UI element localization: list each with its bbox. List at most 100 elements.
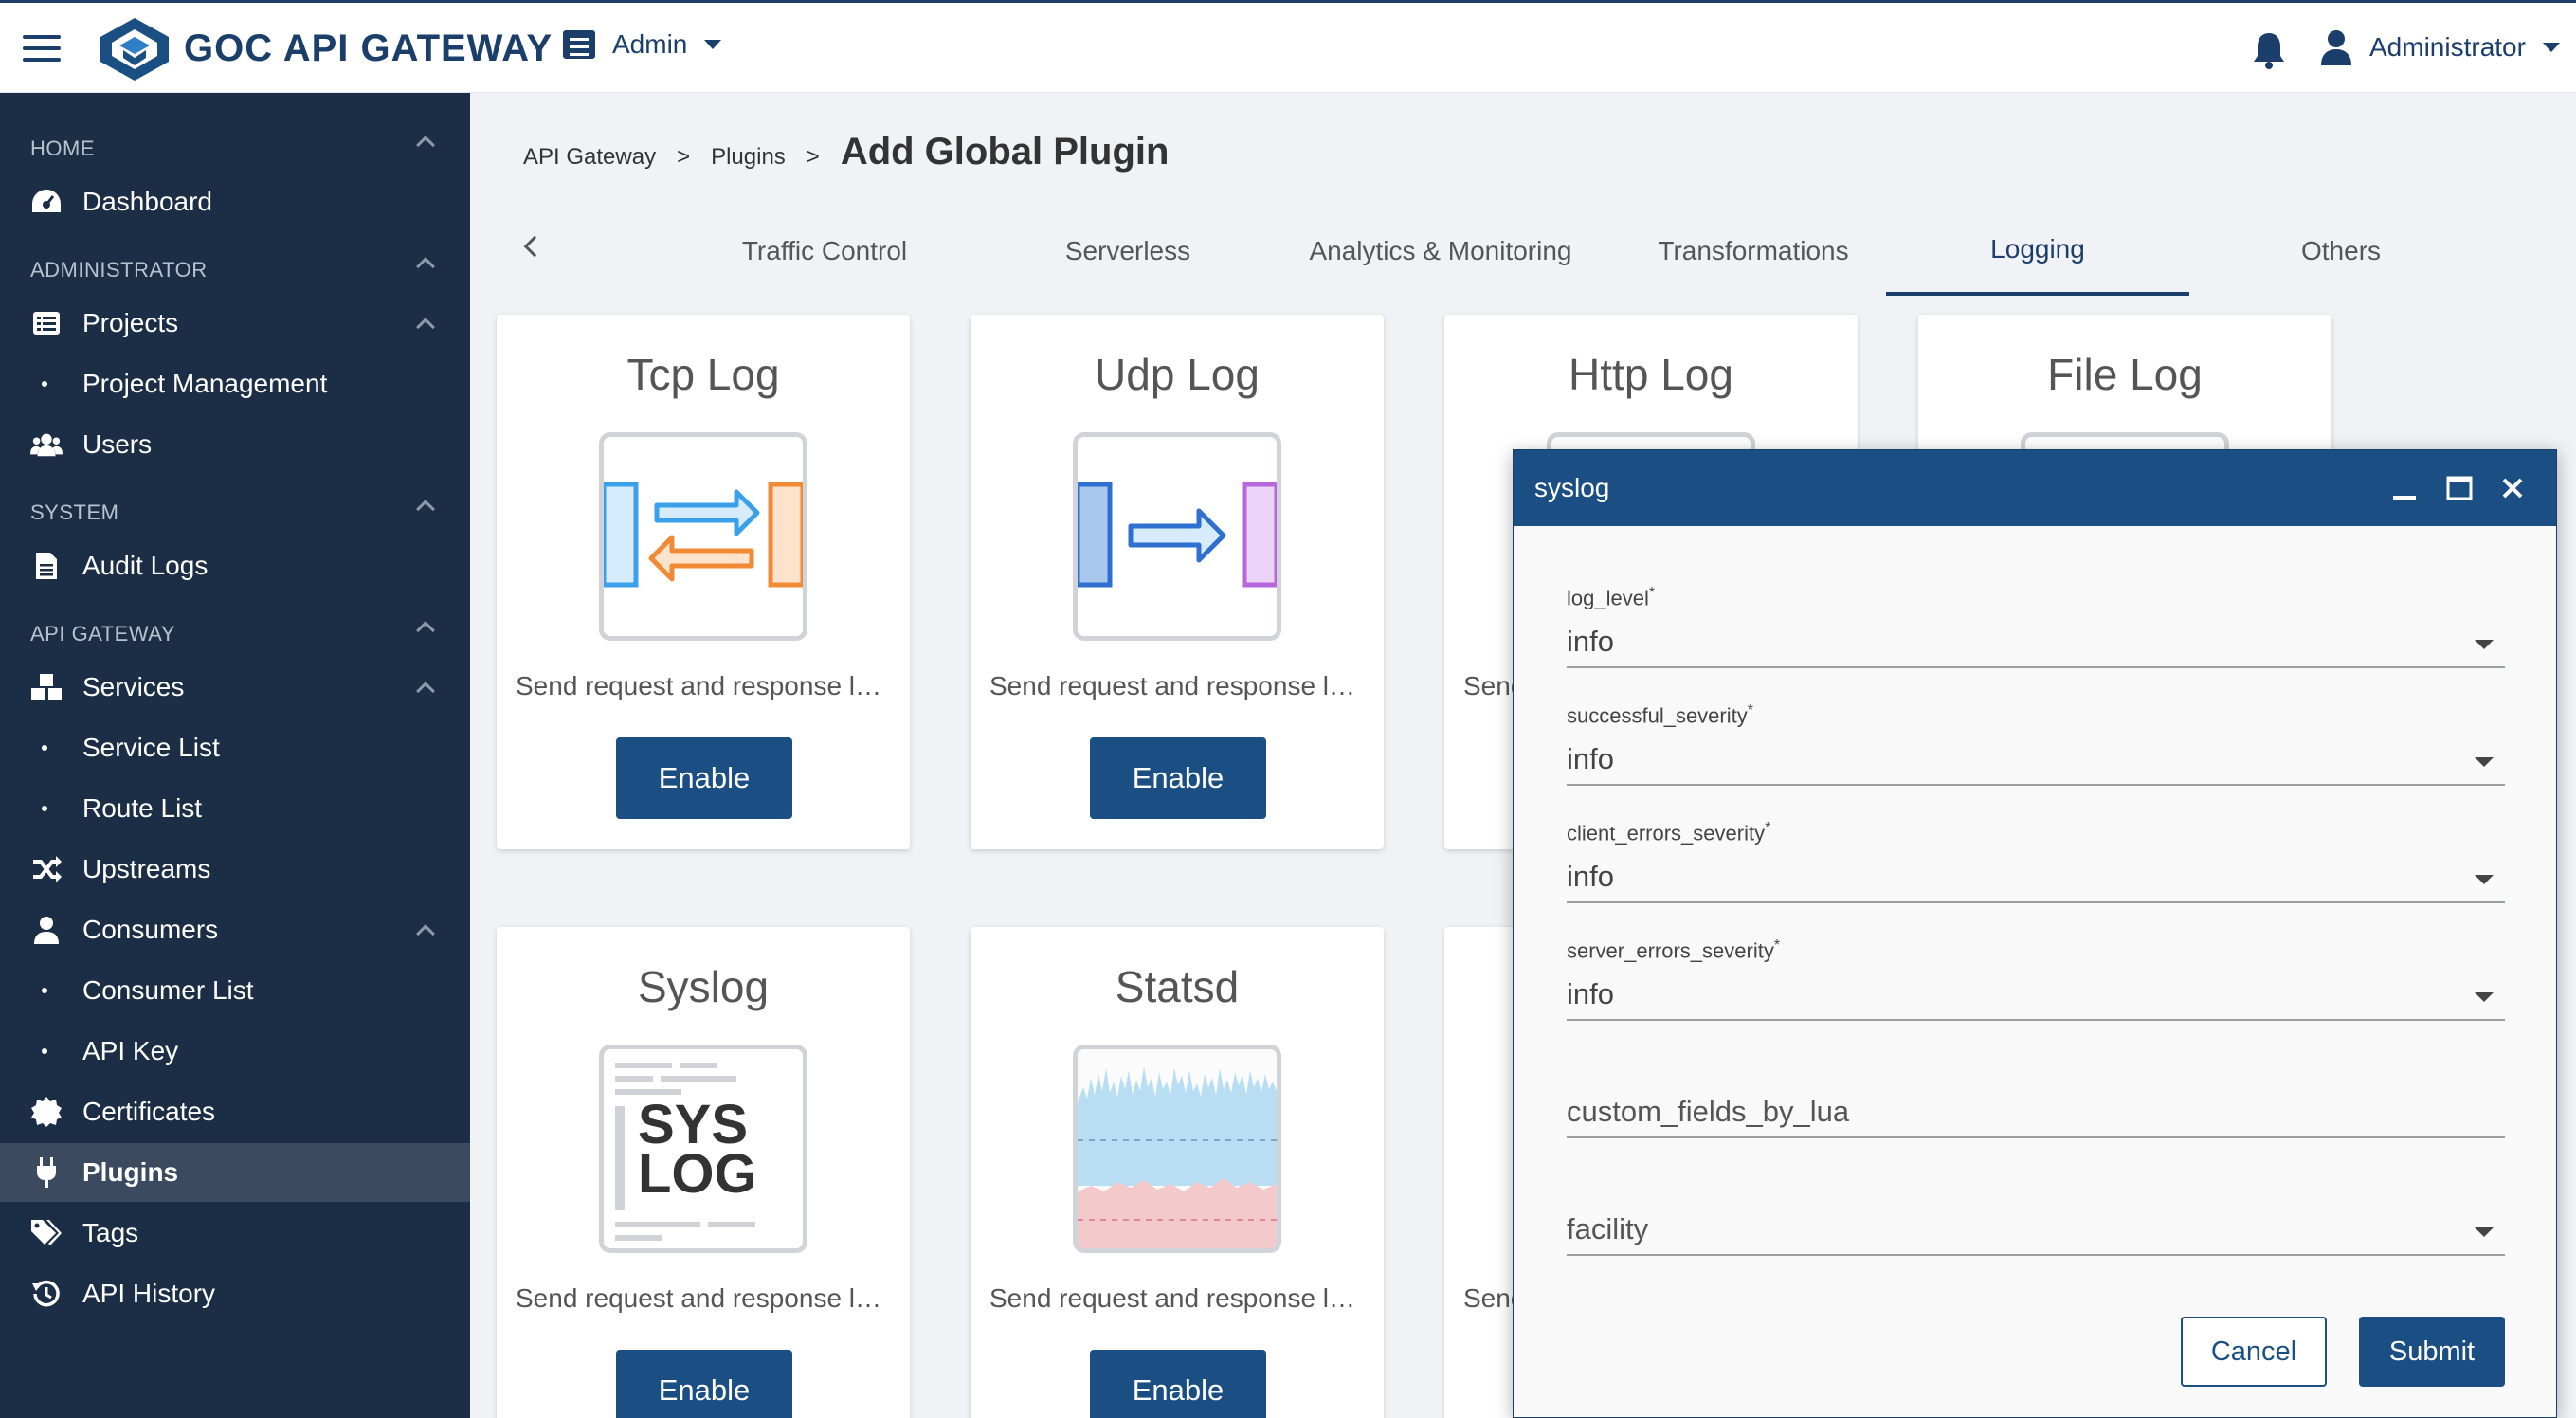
field-value: info (1567, 625, 1614, 658)
sidebar-item-plugins[interactable]: Plugins (0, 1143, 470, 1202)
tab-transformations[interactable]: Transformations (1602, 207, 1905, 296)
sidebar-item-tags[interactable]: Tags (0, 1204, 470, 1263)
bullet-icon (42, 745, 47, 751)
bullet-icon (42, 988, 47, 993)
bullet-icon (42, 806, 47, 811)
app-title: GOC API GATEWAY (184, 27, 553, 69)
sidebar-item-label: Service List (82, 733, 220, 762)
sidebar-item-project-management[interactable]: Project Management (0, 354, 470, 413)
breadcrumb-plugins[interactable]: Plugins (711, 144, 786, 171)
plugin-card-statsd: Statsd Send request and response logs En… (971, 927, 1384, 1418)
facility-select[interactable]: facility (1567, 1201, 2505, 1256)
tab-serverless[interactable]: Serverless (976, 207, 1279, 296)
breadcrumb-separator: > (677, 144, 691, 170)
sidebar-item-label: Audit Logs (82, 551, 209, 580)
caret-down-icon (2475, 992, 2494, 1002)
udp-log-icon (1073, 432, 1281, 641)
list-icon (30, 307, 63, 339)
enable-button[interactable]: Enable (616, 1350, 792, 1418)
user-icon (2321, 30, 2351, 65)
user-name: Administrator (2369, 32, 2526, 62)
sidebar-item-certificates[interactable]: Certificates (0, 1082, 470, 1141)
log-level-select[interactable]: log_level* info (1567, 585, 2505, 668)
tags-icon (30, 1217, 63, 1249)
chevron-up-icon[interactable] (416, 621, 435, 640)
dialog-title: syslog (1534, 473, 1610, 502)
sidebar-item-label: Tags (82, 1218, 139, 1247)
sidebar: HOME Dashboard ADMINISTRATOR Projects Pr… (0, 93, 470, 1418)
maximize-icon[interactable] (2442, 471, 2476, 505)
enable-button[interactable]: Enable (1090, 737, 1266, 819)
breadcrumb: API Gateway > Plugins > Add Global Plugi… (523, 131, 1169, 173)
document-icon (30, 550, 63, 582)
cancel-button[interactable]: Cancel (2181, 1317, 2327, 1387)
sidebar-item-service-list[interactable]: Service List (0, 718, 470, 777)
enable-button[interactable]: Enable (1090, 1350, 1266, 1418)
sidebar-item-users[interactable]: Users (0, 415, 470, 474)
custom-fields-by-lua-input[interactable]: custom_fields_by_lua (1567, 1083, 2505, 1138)
sidebar-item-audit-logs[interactable]: Audit Logs (0, 536, 470, 595)
sidebar-item-label: Upstreams (82, 854, 211, 883)
submit-button[interactable]: Submit (2359, 1317, 2505, 1387)
sidebar-item-api-key[interactable]: API Key (0, 1022, 470, 1081)
syslog-logo-text: SYS LOG (638, 1094, 757, 1205)
goc-logo-icon (100, 18, 169, 81)
syslog-config-dialog: syslog log_level* info successful_severi… (1513, 449, 2557, 1418)
field-value: info (1567, 860, 1614, 893)
tab-others[interactable]: Others (2189, 207, 2493, 296)
chevron-up-icon[interactable] (416, 500, 435, 518)
card-title: Http Log (1569, 350, 1733, 399)
minimize-icon[interactable] (2387, 471, 2422, 505)
field-label: successful_severity (1567, 703, 1748, 728)
card-description: Send request and response logs (516, 1283, 891, 1313)
sidebar-item-upstreams[interactable]: Upstreams (0, 840, 470, 899)
caret-down-icon (2542, 43, 2560, 52)
sidebar-item-consumers[interactable]: Consumers (0, 900, 470, 959)
sidebar-item-projects[interactable]: Projects (0, 294, 470, 353)
chevron-up-icon[interactable] (416, 136, 435, 155)
plugin-card-tcp-log: Tcp Log Send request and response logs E… (497, 315, 910, 849)
sidebar-item-consumer-list[interactable]: Consumer List (0, 961, 470, 1020)
field-value: info (1567, 977, 1614, 1010)
sidebar-item-label: Route List (82, 793, 203, 823)
server-errors-severity-select[interactable]: server_errors_severity* info (1567, 937, 2505, 1021)
card-title: Tcp Log (626, 350, 780, 399)
bullet-icon (42, 1048, 47, 1054)
section-api-gateway: API GATEWAY (30, 622, 176, 645)
tab-traffic-control[interactable]: Traffic Control (673, 207, 976, 296)
dashboard-icon (30, 186, 63, 218)
chevron-left-icon[interactable] (523, 235, 546, 258)
breadcrumb-api-gateway[interactable]: API Gateway (523, 144, 656, 171)
syslog-icon: SYS LOG (599, 1045, 807, 1253)
tab-logging[interactable]: Logging (1886, 207, 2189, 296)
plugin-card-syslog: Syslog SYS LOG Send request and response… (497, 927, 910, 1418)
section-home: HOME (30, 136, 95, 160)
role-menu[interactable]: Admin (563, 29, 722, 60)
close-icon[interactable] (2495, 471, 2530, 505)
sidebar-item-services[interactable]: Services (0, 658, 470, 717)
caret-down-icon (2475, 640, 2494, 649)
field-value: info (1567, 742, 1614, 775)
caret-down-icon (2475, 757, 2494, 767)
sidebar-item-label: Project Management (82, 369, 328, 398)
chevron-up-icon[interactable] (416, 257, 435, 276)
bell-icon[interactable] (2252, 31, 2286, 69)
breadcrumb-separator: > (806, 144, 820, 170)
client-errors-severity-select[interactable]: client_errors_severity* info (1567, 820, 2505, 903)
field-label: log_level (1567, 586, 1649, 610)
sidebar-item-route-list[interactable]: Route List (0, 779, 470, 838)
field-label: client_errors_severity (1567, 821, 1766, 845)
successful-severity-select[interactable]: successful_severity* info (1567, 702, 2505, 786)
tab-analytics-monitoring[interactable]: Analytics & Monitoring (1279, 207, 1602, 296)
sidebar-item-dashboard[interactable]: Dashboard (0, 173, 470, 231)
required-mark: * (1747, 702, 1753, 718)
hamburger-menu-icon[interactable] (23, 35, 61, 62)
sidebar-item-label: Users (82, 429, 153, 459)
enable-button[interactable]: Enable (616, 737, 792, 819)
required-mark: * (1765, 820, 1771, 836)
user-menu[interactable]: Administrator (2320, 29, 2560, 65)
users-icon (30, 428, 63, 461)
sidebar-item-api-history[interactable]: API History (0, 1264, 470, 1323)
card-title: Udp Log (1095, 350, 1260, 399)
caret-down-icon (2475, 875, 2494, 884)
